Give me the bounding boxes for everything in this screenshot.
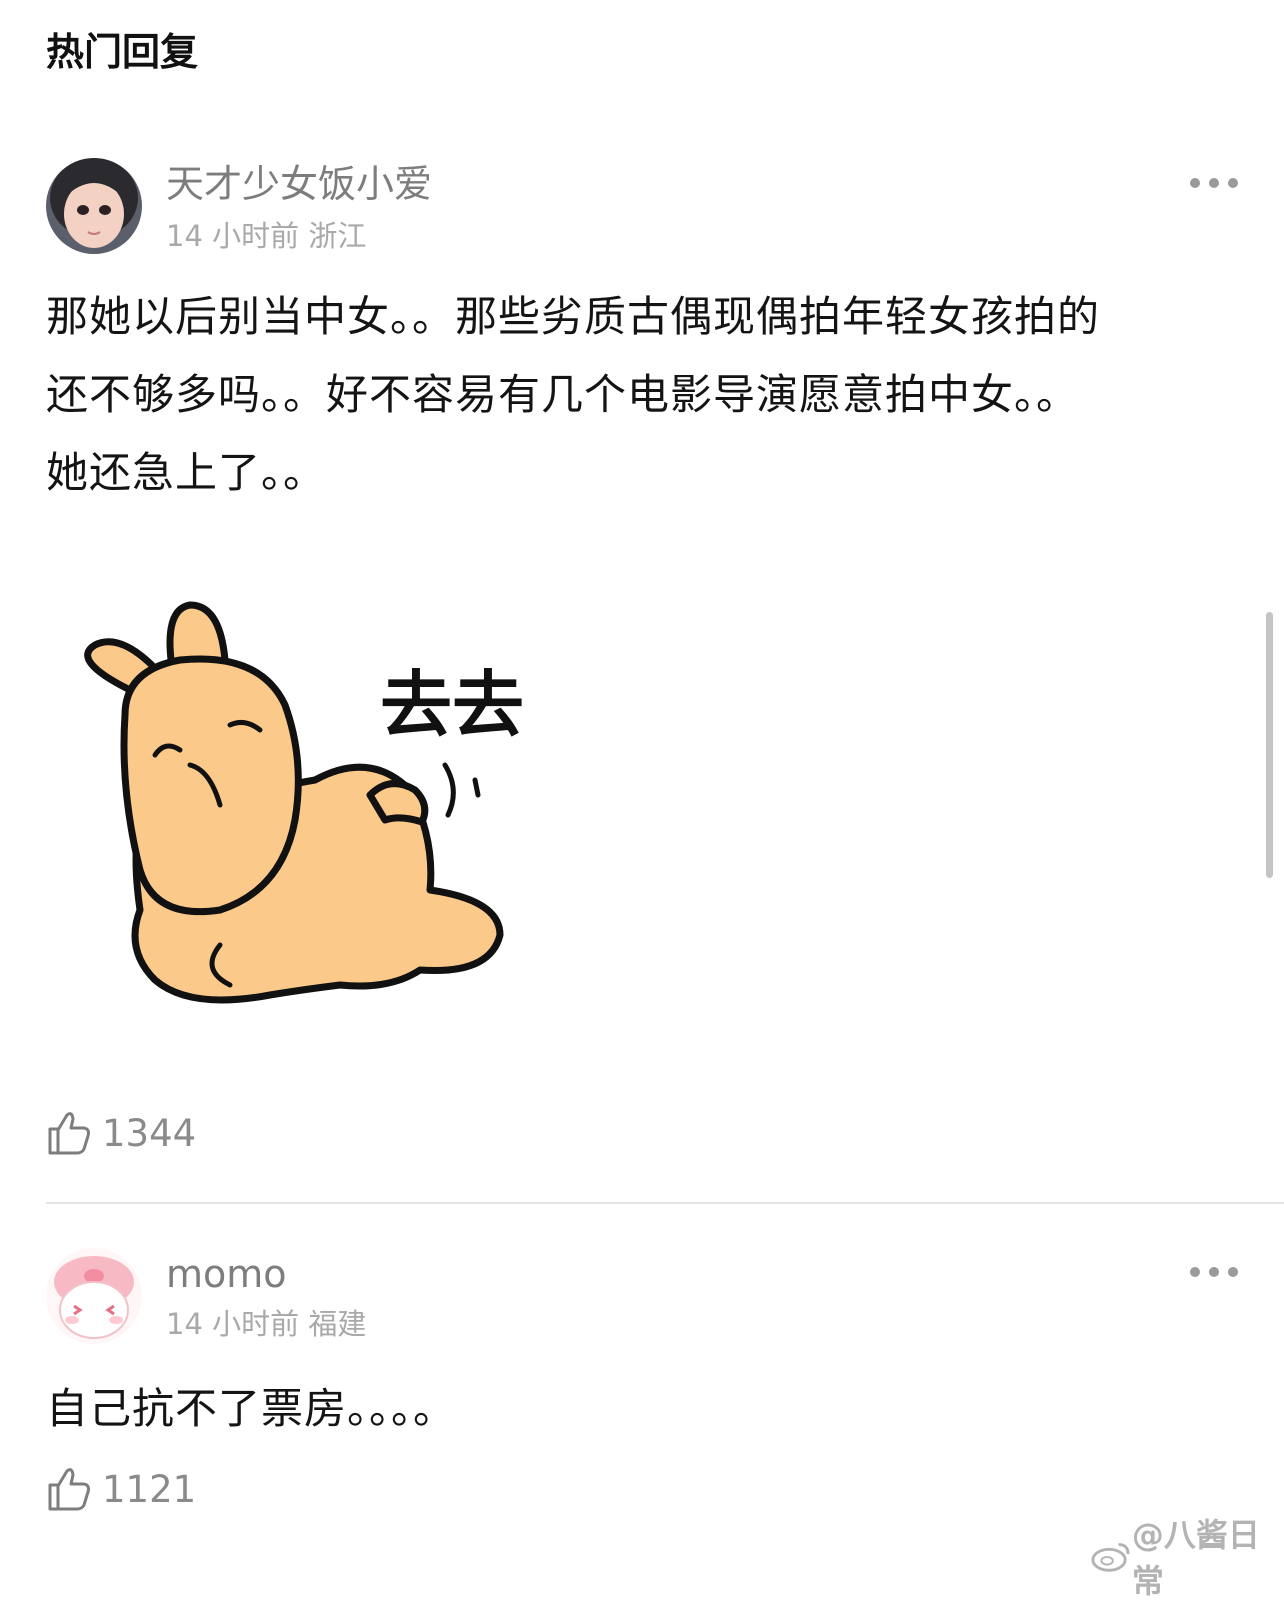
watermark-text: @八酱日常: [1131, 1516, 1260, 1600]
comment-meta: 14 小时前 福建: [166, 1306, 366, 1342]
lying-dog-sticker-image: 去去: [84, 601, 524, 1004]
watermark: @八酱日常: [1090, 1510, 1284, 1602]
comment-location: 浙江: [308, 219, 367, 253]
thumbs-up-icon: [48, 1468, 90, 1511]
weibo-logo-icon: [1091, 1543, 1130, 1572]
divider: [46, 1202, 1284, 1204]
comment-text: 那她以后别当中女。。那些劣质古偶现偶拍年轻女孩拍的 还不够多吗。。好不容易有几个…: [46, 278, 1246, 512]
comment-text-line: 还不够多吗。。好不容易有几个电影导演愿意拍中女。。: [46, 370, 1080, 419]
avatar-pig-hat-icon: [46, 1248, 142, 1344]
avatar-girl-icon: [46, 158, 142, 254]
section-title: 热门回复: [46, 30, 199, 74]
comment-text-line: 她还急上了。。: [46, 448, 327, 497]
comment-text: 自己抗不了票房。。。。: [46, 1370, 1246, 1448]
comment-text-line: 自己抗不了票房。。。。: [46, 1384, 457, 1433]
more-dots-icon[interactable]: [1190, 1264, 1238, 1280]
lying-dog-sticker[interactable]: 去去: [70, 590, 570, 1030]
comment-meta: 14 小时前 浙江: [166, 218, 366, 254]
username[interactable]: 天才少女饭小爱: [166, 160, 432, 208]
thumbs-up-icon: [48, 1112, 90, 1155]
avatar[interactable]: [46, 158, 142, 254]
comment-text-line: 那她以后别当中女。。那些劣质古偶现偶拍年轻女孩拍的: [46, 292, 1101, 341]
comment-time: 14 小时前: [166, 219, 300, 253]
comment-time: 14 小时前: [166, 1307, 300, 1341]
comment-location: 福建: [308, 1307, 367, 1341]
more-dots-icon[interactable]: [1190, 175, 1238, 191]
sticker-caption: 去去: [380, 663, 524, 747]
like-count: 1121: [102, 1467, 197, 1511]
scrollbar[interactable]: [1266, 612, 1273, 878]
like-count: 1344: [102, 1111, 197, 1155]
username[interactable]: momo: [166, 1250, 287, 1298]
like-button[interactable]: 1344: [46, 1108, 196, 1158]
avatar[interactable]: [46, 1248, 142, 1344]
like-button[interactable]: 1121: [46, 1464, 196, 1514]
